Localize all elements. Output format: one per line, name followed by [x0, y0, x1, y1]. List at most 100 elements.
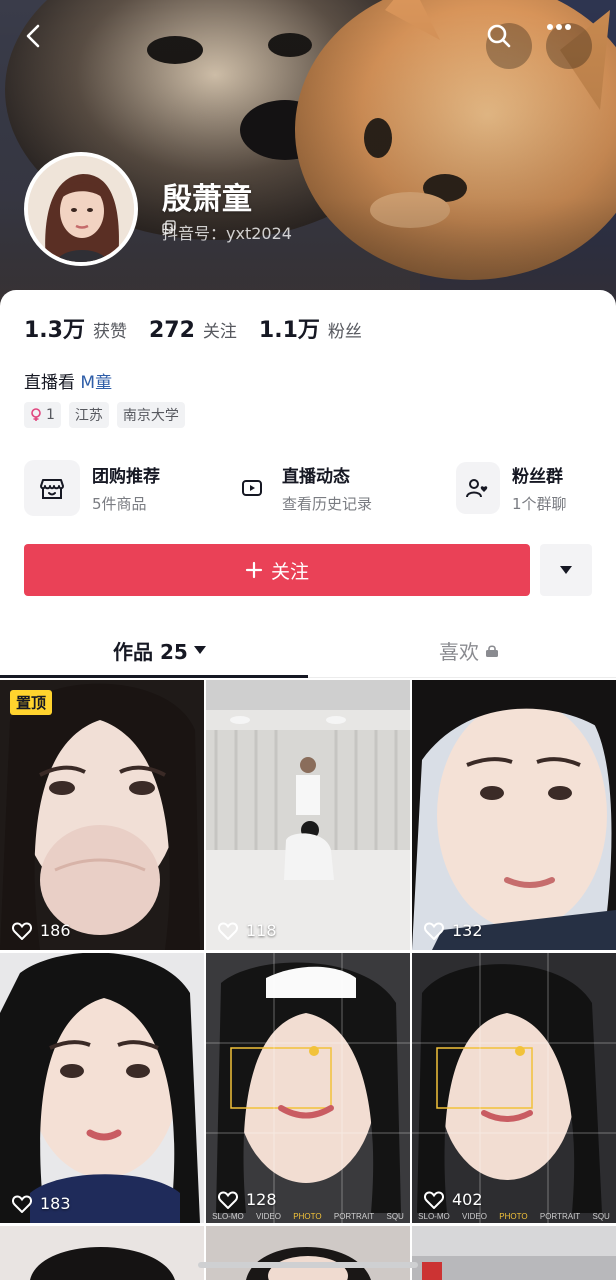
- video-item[interactable]: 118: [206, 680, 410, 950]
- chevron-left-icon: [26, 24, 40, 48]
- video-item[interactable]: [412, 1226, 616, 1280]
- lock-icon: [486, 644, 498, 657]
- follow-label: 关注: [270, 560, 309, 583]
- bio: 直播看 M童: [24, 368, 112, 393]
- video-item[interactable]: [206, 1226, 410, 1280]
- like-count-text: 118: [246, 921, 277, 940]
- stat-value: 272: [148, 318, 195, 343]
- feature-subtitle: 5件商品: [92, 495, 147, 513]
- like-count: 183: [12, 1194, 71, 1213]
- heart-icon: [12, 1194, 32, 1213]
- avatar-image: [28, 156, 134, 262]
- video-thumbnail: [412, 680, 616, 950]
- tab-label: 喜欢: [439, 640, 479, 664]
- like-count: 186: [12, 921, 71, 940]
- cover-image: 殷萧童 抖音号：yxt2024: [0, 0, 616, 330]
- camera-mode: SQU: [386, 1212, 404, 1221]
- stat-likes[interactable]: 1.3万 获赞: [24, 312, 127, 344]
- heart-icon: [218, 921, 238, 940]
- pinned-badge: 置顶: [10, 690, 53, 715]
- bio-mention-link[interactable]: M童: [80, 373, 112, 393]
- plus-icon: [245, 561, 263, 579]
- female-icon: [31, 408, 41, 421]
- camera-mode: PHOTO: [499, 1212, 528, 1221]
- search-button[interactable]: [486, 23, 532, 69]
- stats-row: 1.3万 获赞 272 关注 1.1万 粉丝: [24, 312, 362, 344]
- video-item[interactable]: 置顶 186: [0, 680, 204, 950]
- tab-works[interactable]: 作品 25: [113, 636, 206, 665]
- caret-down-icon: [560, 566, 572, 574]
- feature-title: 团购推荐: [92, 467, 160, 487]
- content-tabs: 作品 25 喜欢: [0, 628, 616, 678]
- feature-title: 直播动态: [282, 467, 350, 487]
- like-count-text: 402: [452, 1190, 483, 1209]
- heart-icon: [424, 921, 444, 940]
- feature-group-buy[interactable]: 团购推荐 5件商品: [24, 458, 160, 518]
- like-count: 118: [218, 921, 277, 940]
- camera-mode: VIDEO: [462, 1212, 487, 1221]
- video-thumbnail: [206, 953, 410, 1223]
- camera-mode: PORTRAIT: [333, 1212, 375, 1221]
- camera-mode: VIDEO: [256, 1212, 281, 1221]
- tag-text: 江苏: [74, 408, 103, 424]
- like-count: 402: [424, 1190, 483, 1209]
- feature-subtitle: 查看历史记录: [282, 495, 373, 513]
- camera-mode: PHOTO: [293, 1212, 322, 1221]
- camera-mode: SQU: [592, 1212, 610, 1221]
- tag-text: 1: [46, 407, 55, 423]
- camera-mode: PORTRAIT: [539, 1212, 581, 1221]
- more-button[interactable]: [546, 23, 592, 69]
- heart-icon: [218, 1190, 238, 1209]
- stat-value: 1.3万: [24, 318, 85, 343]
- follow-button[interactable]: 关注: [24, 544, 530, 596]
- video-thumbnail: [0, 680, 204, 950]
- video-thumbnail: [412, 1226, 616, 1280]
- feature-fan-group[interactable]: 粉丝群 1个群聊: [456, 458, 567, 518]
- douyin-id-text: 抖音号：yxt2024: [162, 224, 292, 243]
- like-count: 128: [218, 1190, 277, 1209]
- shop-bag-icon: [24, 460, 80, 516]
- profile-name: 殷萧童: [162, 182, 252, 217]
- more-dots-icon: [547, 24, 571, 30]
- fan-group-icon: [456, 462, 500, 514]
- video-item[interactable]: 132: [412, 680, 616, 950]
- like-count: 132: [424, 921, 483, 940]
- stat-following[interactable]: 272 关注: [149, 317, 237, 343]
- video-thumbnail: [206, 1226, 410, 1280]
- video-thumbnail: [0, 953, 204, 1223]
- video-item[interactable]: SLO-MO VIDEO PHOTO PORTRAIT SQU 402: [412, 953, 616, 1223]
- like-count-text: 183: [40, 1194, 71, 1213]
- tag-gender-age: 1: [24, 402, 61, 428]
- recommend-dropdown-button[interactable]: [540, 544, 592, 596]
- video-item[interactable]: 183: [0, 953, 204, 1223]
- tab-label: 作品 25: [113, 640, 188, 664]
- camera-mode: SLO-MO: [212, 1212, 244, 1221]
- tag-location: 江苏: [68, 402, 109, 428]
- video-item[interactable]: SLO-MO VIDEO PHOTO PORTRAIT SQU 128: [206, 953, 410, 1223]
- tag-school[interactable]: 南京大学: [116, 402, 185, 428]
- stat-label: 粉丝: [327, 322, 362, 342]
- avatar[interactable]: [24, 152, 138, 266]
- feature-live[interactable]: 直播动态 查看历史记录: [234, 458, 372, 518]
- tab-likes[interactable]: 喜欢: [439, 636, 499, 665]
- camera-mode-bar: SLO-MO VIDEO PHOTO PORTRAIT SQU: [412, 1212, 616, 1221]
- stat-followers[interactable]: 1.1万 粉丝: [259, 312, 362, 344]
- camera-mode: SLO-MO: [418, 1212, 450, 1221]
- tag-text: 南京大学: [122, 408, 179, 424]
- heart-icon: [12, 921, 32, 940]
- search-icon: [487, 24, 511, 48]
- copy-icon: [162, 220, 176, 234]
- like-count-text: 186: [40, 921, 71, 940]
- profile-tags: 1 江苏 南京大学: [24, 402, 185, 428]
- stat-value: 1.1万: [258, 318, 320, 343]
- video-item[interactable]: [0, 1226, 204, 1280]
- feature-subtitle: 1个群聊: [512, 495, 567, 513]
- bio-text: 直播看: [24, 373, 75, 393]
- back-button[interactable]: [21, 23, 67, 69]
- video-thumbnail: [0, 1226, 204, 1280]
- douyin-id[interactable]: 抖音号：yxt2024: [162, 220, 292, 244]
- like-count-text: 132: [452, 921, 483, 940]
- stat-label: 关注: [202, 322, 237, 342]
- stat-label: 获赞: [92, 322, 127, 342]
- home-indicator[interactable]: [198, 1262, 418, 1268]
